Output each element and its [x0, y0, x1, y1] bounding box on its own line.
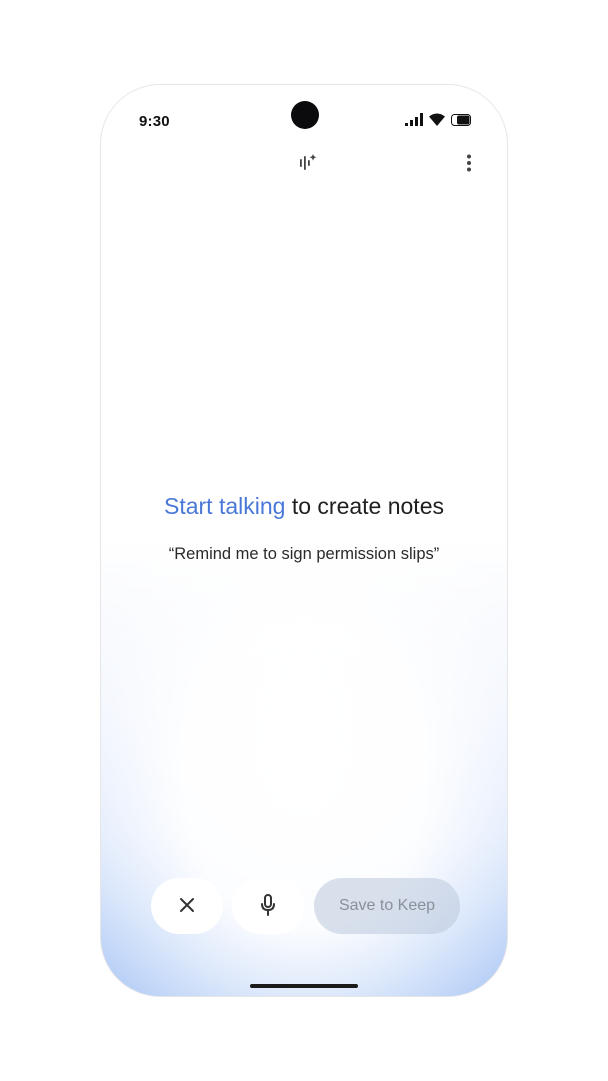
status-icons: [405, 113, 471, 131]
battery-icon: [451, 113, 471, 131]
phone-screen: 9:30 Start talking to create notes “Remi…: [100, 84, 508, 997]
save-to-keep-button[interactable]: Save to Keep: [314, 878, 460, 934]
headline-accent: Start talking: [164, 493, 286, 519]
more-vert-icon: [466, 154, 472, 177]
signal-icon: [405, 113, 423, 131]
mic-button[interactable]: [232, 878, 304, 934]
transcribe-button[interactable]: [295, 153, 319, 177]
status-time: 9:30: [139, 113, 170, 130]
more-options-button[interactable]: [457, 153, 481, 177]
microphone-icon: [260, 893, 276, 919]
action-bar: Save to Keep: [151, 878, 460, 934]
cancel-button[interactable]: [151, 878, 223, 934]
audio-sparkle-icon: [297, 153, 317, 178]
wifi-icon: [429, 113, 445, 131]
headline-rest: to create notes: [285, 493, 444, 519]
close-icon: [179, 897, 195, 916]
example-prompt: “Remind me to sign permission slips”: [168, 545, 440, 563]
home-indicator[interactable]: [250, 984, 358, 988]
headline: Start talking to create notes: [101, 493, 507, 520]
front-camera: [291, 101, 319, 129]
